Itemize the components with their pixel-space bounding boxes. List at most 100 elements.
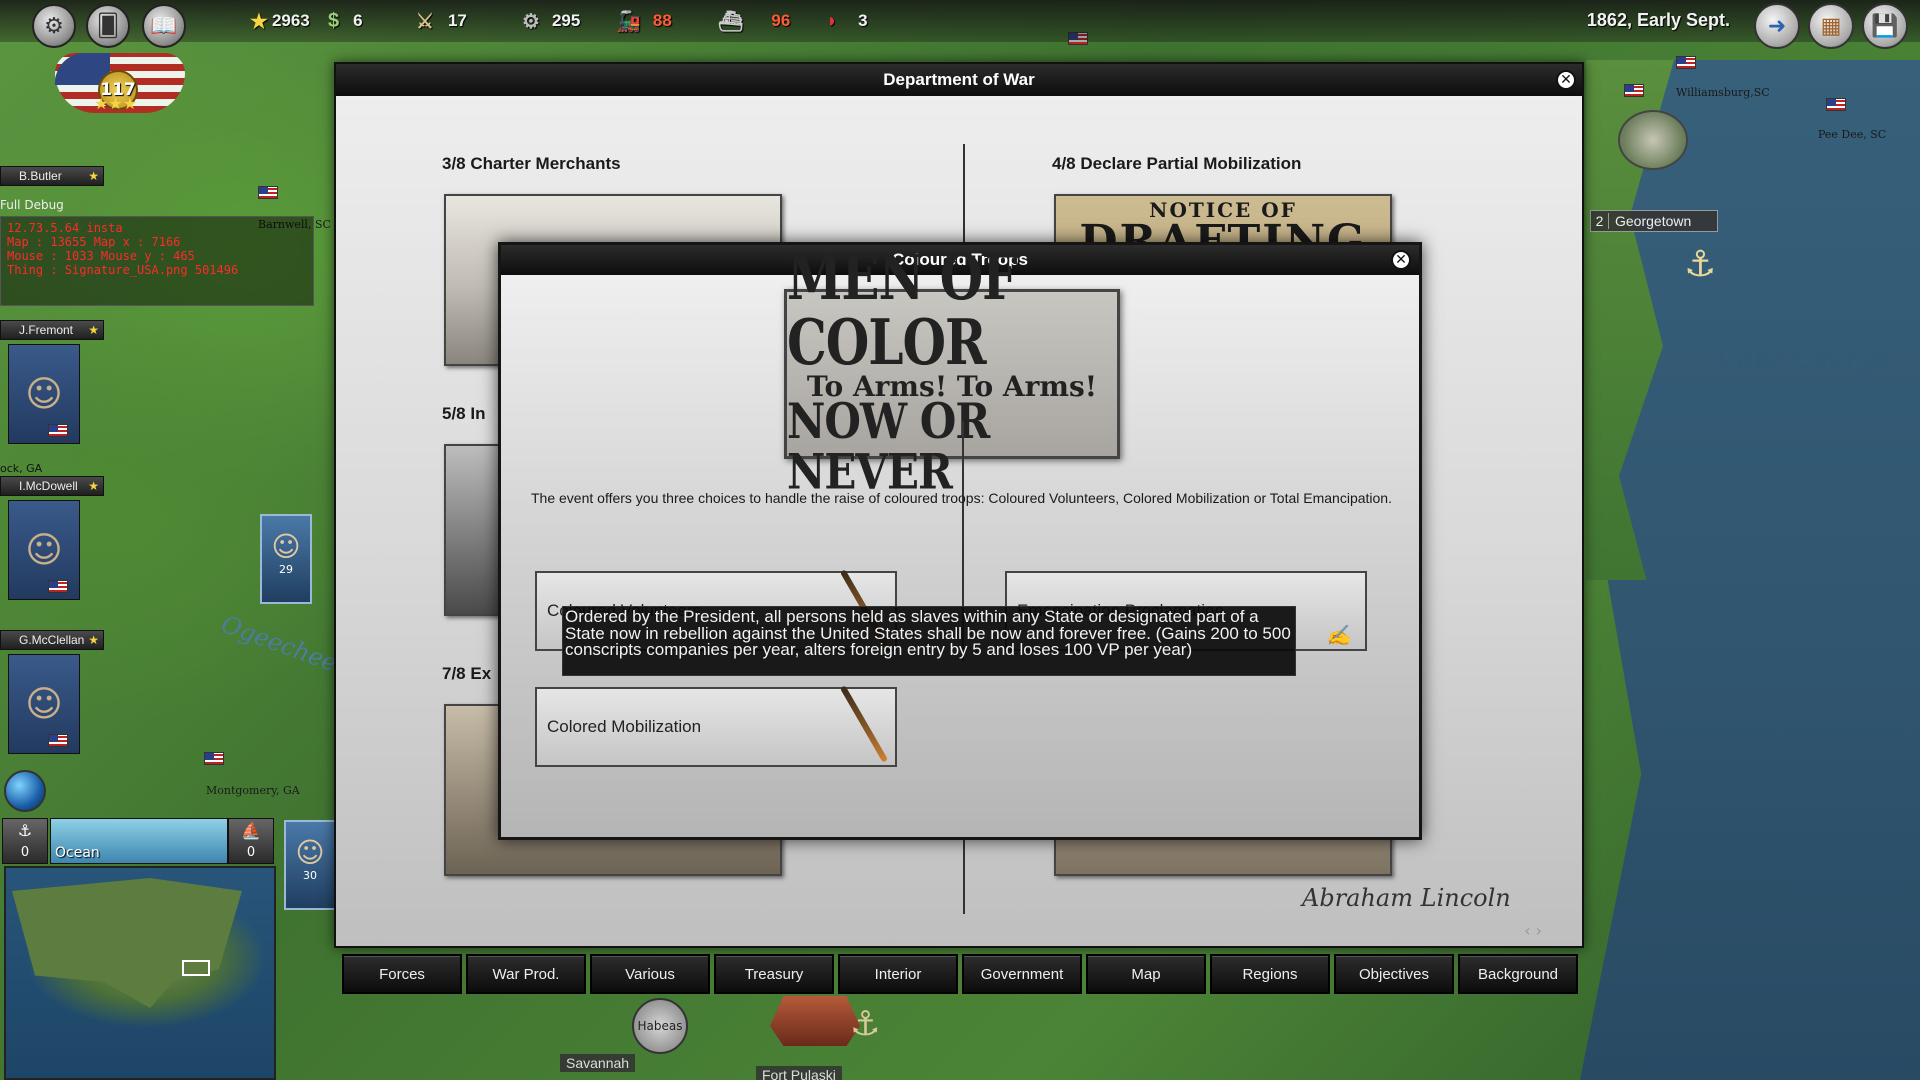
ship-icon: ⛵	[241, 821, 261, 840]
minimap-viewport[interactable]	[182, 960, 210, 976]
tab-treasury[interactable]: Treasury	[714, 954, 834, 994]
fort-pulaski-label[interactable]: Fort Pulaski	[756, 1066, 842, 1080]
tab-government[interactable]: Government	[962, 954, 1082, 994]
tab-map[interactable]: Map	[1086, 954, 1206, 994]
star-icon: ★	[88, 323, 99, 337]
morale-value: 3	[858, 11, 868, 30]
unit-token[interactable]: ☺ 30	[284, 820, 336, 910]
tab-war-prod[interactable]: War Prod.	[466, 954, 586, 994]
choice-tooltip: Ordered by the President, all persons he…	[562, 606, 1296, 676]
leader-portrait-fremont[interactable]: ☺	[8, 344, 80, 444]
industry-icon: ⚙	[522, 10, 540, 33]
settings-icon[interactable]: ⚙	[32, 4, 76, 48]
industry-stat[interactable]: ⚙ 295	[522, 8, 580, 34]
williamsburg-label: Williamsburg,SC	[1676, 86, 1770, 99]
tab-background[interactable]: Background	[1458, 954, 1578, 994]
tab-forces[interactable]: Forces	[342, 954, 462, 994]
fort-icon[interactable]	[770, 996, 860, 1046]
tab-regions[interactable]: Regions	[1210, 954, 1330, 994]
savannah-name: Savannah	[566, 1055, 630, 1071]
ledger-icon[interactable]: 📖	[142, 4, 186, 48]
window-title: Department of War	[336, 64, 1582, 96]
union-flag-icon	[48, 580, 68, 593]
anchor-icon[interactable]: ⚓	[850, 1004, 880, 1044]
savannah-label[interactable]: Savannah	[560, 1054, 636, 1072]
tab-interior[interactable]: Interior	[838, 954, 958, 994]
leader-name: G.McClellan	[19, 633, 85, 647]
rail-value: 88	[652, 11, 672, 30]
tab-various[interactable]: Various	[590, 954, 710, 994]
right-counter[interactable]: ⛵ 0	[228, 818, 274, 864]
tab-objectives[interactable]: Objectives	[1334, 954, 1454, 994]
debug-overlay: 12.73.5.64 insta Map : 13655 Map x : 716…	[0, 216, 314, 306]
star-icon: ★	[88, 633, 99, 647]
game-date: 1862, Early Sept.	[1586, 10, 1730, 30]
ships-stat[interactable]: ⛴ 96	[718, 8, 790, 34]
right-counter-value: 0	[246, 845, 256, 860]
star-icon: ★	[88, 479, 99, 493]
anchor-icon[interactable]: ⚓	[1684, 244, 1716, 285]
debug-line: Map : 13655 Map x : 7166	[7, 235, 181, 249]
close-icon[interactable]: ✕	[1391, 250, 1411, 270]
rail-stat[interactable]: 🚂 88	[616, 8, 672, 34]
union-flag-icon	[1624, 84, 1644, 97]
decision-title: 4/8 Declare Partial Mobilization	[1052, 154, 1302, 173]
leader-label-butler[interactable]: B.Butler ★	[0, 166, 104, 186]
victory-points-stat[interactable]: ★ 2963	[250, 8, 310, 34]
money-icon: $	[328, 9, 340, 32]
ocean-label: Ocean	[55, 845, 100, 861]
debug-line: Thing : Signature_USA.png 501496	[7, 263, 239, 277]
close-icon[interactable]: ✕	[1556, 70, 1576, 90]
unit-count: 30	[303, 869, 317, 882]
union-flag-icon	[1676, 56, 1696, 69]
georgetown-marker[interactable]: 2 Georgetown	[1590, 210, 1718, 232]
cape-george-label: Cape George	[1718, 344, 1890, 374]
habeas-icon[interactable]: Habeas	[632, 998, 688, 1054]
unit-count: 29	[279, 563, 293, 576]
ship-icon: ⛴	[718, 10, 744, 33]
minimap[interactable]	[4, 866, 276, 1080]
unit-token[interactable]: ☺ 29	[260, 514, 312, 604]
lincoln-signature: Abraham Lincoln	[1302, 884, 1511, 912]
left-counter[interactable]: ⚓ 0	[2, 818, 48, 864]
montgomery-label: Montgomery, GA	[206, 784, 300, 797]
conscripts-value: 17	[447, 11, 467, 30]
ock-ga-label: ock, GA	[0, 462, 43, 475]
page-nav-arrows[interactable]: ‹ ›	[1524, 921, 1542, 940]
pee-dee-label: Pee Dee, SC	[1818, 128, 1887, 141]
georgetown-label: Georgetown	[1615, 213, 1692, 229]
debug-title: Full Debug	[0, 198, 64, 212]
globe-icon[interactable]	[4, 770, 46, 812]
star-icon: ★	[88, 169, 99, 183]
rail-icon: 🚂	[616, 10, 641, 33]
money-stat[interactable]: $ 6	[328, 8, 363, 34]
department-tab-bar: Forces War Prod. Various Treasury Interi…	[342, 954, 1578, 994]
ledger-window-icon[interactable]: ▦	[1808, 3, 1854, 49]
leader-name: I.McDowell	[19, 479, 78, 493]
leader-portrait-mcclellan[interactable]: ☺	[8, 654, 80, 754]
leader-portrait-mcdowell[interactable]: ☺	[8, 500, 80, 600]
cards-icon[interactable]: 🂠	[86, 4, 130, 48]
choice-colored-mobilization[interactable]: Colored Mobilization	[535, 685, 897, 767]
town-icon[interactable]	[1618, 110, 1688, 170]
leader-label-mcdowell[interactable]: I.McDowell ★	[0, 476, 104, 496]
morale-stat[interactable]: ◗ 3	[826, 8, 868, 34]
union-flag-icon	[48, 734, 68, 747]
leader-label-fremont[interactable]: J.Fremont ★	[0, 320, 104, 340]
conscripts-stat[interactable]: ⚔ 17	[416, 8, 467, 34]
save-disk-icon[interactable]: 💾	[1862, 3, 1908, 49]
quill-icon	[839, 685, 889, 763]
union-flag-icon	[258, 186, 278, 199]
minimap-land	[12, 878, 242, 1008]
industry-value: 295	[551, 11, 581, 30]
soldier-icon: ☺	[295, 836, 325, 869]
end-turn-arrow-icon[interactable]: ➜	[1754, 3, 1800, 49]
morale-icon: ◗	[826, 9, 839, 32]
ocean-region-panel[interactable]: Ocean	[50, 818, 228, 864]
left-counter-value: 0	[20, 845, 30, 860]
poster-line: MEN OF COLOR	[787, 239, 1018, 379]
victory-points-value: 2963	[271, 11, 310, 30]
leader-label-mcclellan[interactable]: G.McClellan ★	[0, 630, 104, 650]
men-of-color-poster: MEN OF COLOR To Arms! To Arms! NOW OR NE…	[784, 244, 1120, 497]
poster-line: NOW OR NEVER	[787, 392, 990, 500]
